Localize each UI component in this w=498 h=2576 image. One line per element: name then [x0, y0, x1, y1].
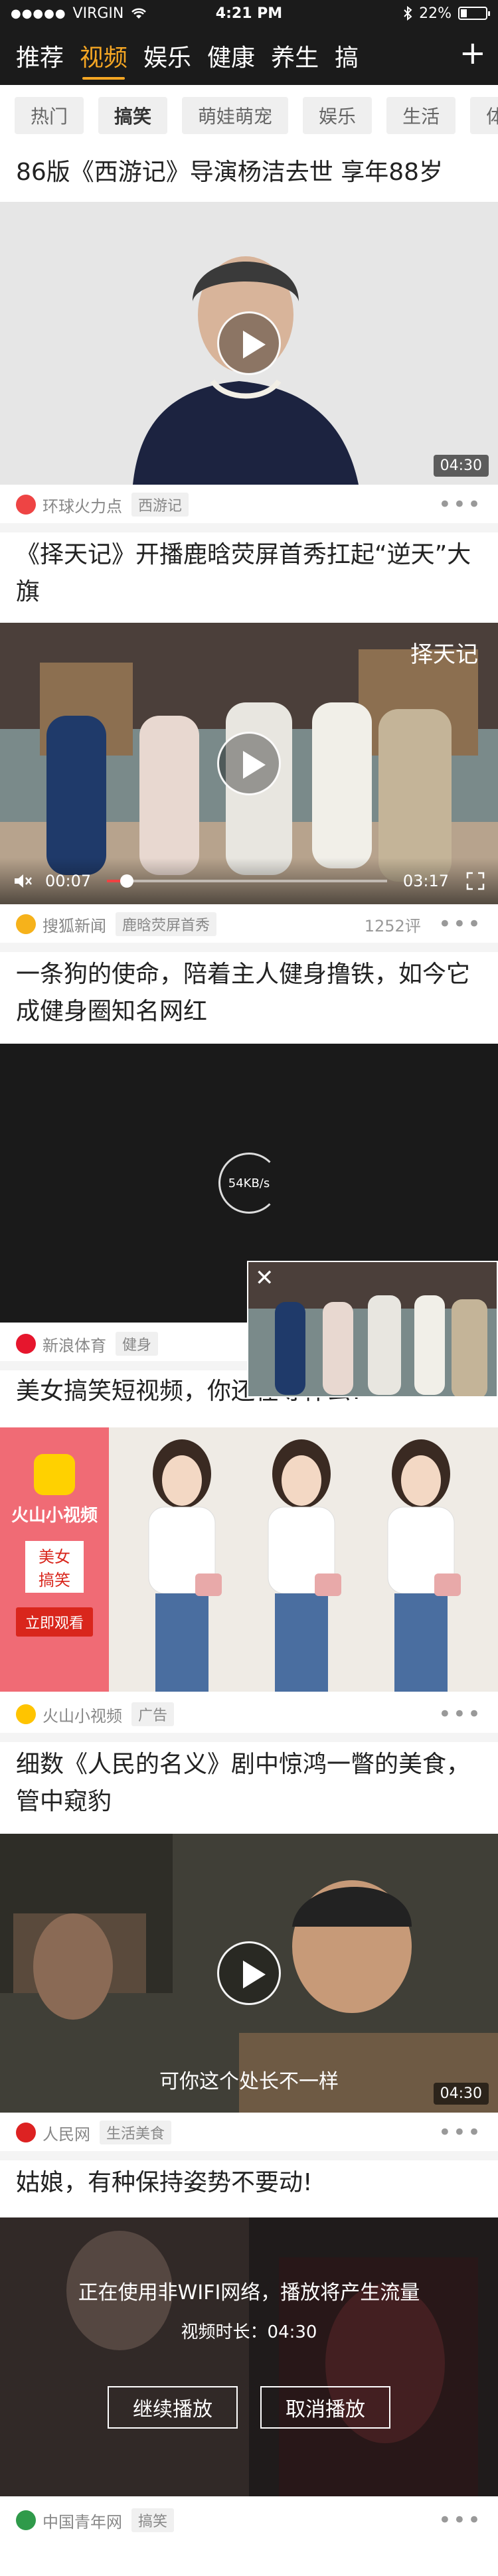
show-watermark: 择天记 — [410, 641, 478, 668]
battery-level — [461, 9, 467, 17]
add-channel-button[interactable]: + — [459, 37, 486, 69]
video-title-1[interactable]: 86版《西游记》导演杨洁去世 享年88岁 — [16, 154, 482, 191]
play-button[interactable] — [217, 732, 281, 795]
channel-tab[interactable]: 娱乐 — [143, 32, 191, 80]
video-title-6[interactable]: 姑娘，有种保持姿势不要动! — [16, 2164, 482, 2202]
signal-icon: ●●●●● — [11, 6, 66, 21]
ad-tag: 广告 — [131, 1702, 175, 1726]
battery-percent: 22% — [419, 5, 452, 22]
more-options-button[interactable]: ••• — [438, 2509, 482, 2532]
mute-icon[interactable] — [13, 872, 33, 890]
video-thumbnail-5[interactable]: 可你这个处长不一样 04:30 — [0, 1834, 498, 2113]
video-player-2[interactable]: 择天记 00:07 03:17 — [0, 623, 498, 904]
source-logo-icon — [16, 1704, 36, 1724]
cancel-play-button[interactable]: 取消播放 — [260, 2386, 390, 2429]
ad-meta: 火山小视频 广告 ••• — [16, 1700, 482, 1729]
video-player-6[interactable]: 正在使用非WIFI网络，播放将产生流量 视频时长：04:30 继续播放 取消播放 — [0, 2217, 498, 2496]
ad-illustration — [109, 1427, 498, 1692]
channel-tab[interactable]: 视频 — [80, 32, 127, 80]
continue-play-button[interactable]: 继续播放 — [108, 2386, 238, 2429]
ad-brand-panel[interactable]: 火山小视频 美女 搞笑 立即观看 — [0, 1427, 109, 1692]
sub-category-chip[interactable]: 体育 — [470, 97, 498, 134]
more-options-button[interactable]: ••• — [438, 493, 482, 516]
status-bar: ●●●●● VIRGIN 4:21 PM 22% — [0, 0, 498, 27]
more-options-button[interactable]: ••• — [438, 2121, 482, 2144]
topic-tag[interactable]: 西游记 — [131, 493, 189, 517]
clock: 4:21 PM — [215, 5, 283, 22]
video-controls: 00:07 03:17 — [0, 858, 498, 904]
loading-spinner-icon: 54KB/s — [218, 1153, 280, 1214]
ad-image[interactable] — [109, 1427, 498, 1692]
mini-player-frame — [248, 1262, 497, 1396]
sub-category-chip[interactable]: 生活 — [386, 97, 456, 134]
divider — [0, 1733, 498, 1742]
ad-brand-name: 火山小视频 — [11, 1506, 98, 1526]
video-length-label: 视频时长：04:30 — [181, 2322, 317, 2342]
close-mini-player-icon[interactable]: ✕ — [255, 1265, 274, 1291]
top-bar: ●●●●● VIRGIN 4:21 PM 22% 推荐 视频 娱乐 健康 养生搞 + — [0, 0, 498, 85]
video-title-2[interactable]: 《择天记》开播鹿晗荧屏首秀扛起“逆天”大旗 — [16, 536, 482, 611]
network-warning: 正在使用非WIFI网络，播放将产生流量 — [78, 2281, 420, 2304]
progress-knob[interactable] — [120, 874, 133, 888]
video-title-3[interactable]: 一条狗的使命，陪着主人健身撸铁，如今它成健身圈知名网红 — [16, 956, 482, 1030]
channel-tab[interactable]: 健康 — [207, 32, 255, 80]
more-options-button[interactable]: ••• — [438, 913, 482, 935]
divider — [0, 2151, 498, 2160]
thumbnail-illustration — [0, 2217, 498, 2496]
source-logo-icon — [16, 495, 36, 515]
video-duration: 04:30 — [433, 455, 489, 477]
floating-mini-player[interactable]: ✕ — [247, 1261, 498, 1398]
video-thumbnail-1[interactable]: 04:30 — [0, 202, 498, 485]
source-name[interactable]: 搜狐新闻 — [42, 913, 106, 936]
video-duration: 04:30 — [433, 2083, 489, 2105]
sub-category-chip[interactable]: 热门 — [15, 97, 84, 134]
more-options-button[interactable]: ••• — [438, 1703, 482, 1726]
channel-tabs: 推荐 视频 娱乐 健康 养生搞 — [0, 29, 445, 82]
comment-count[interactable]: 1252评 — [365, 913, 421, 936]
wifi-icon — [131, 8, 147, 19]
source-logo-icon — [16, 1334, 36, 1354]
topic-tag[interactable]: 搞笑 — [131, 2508, 175, 2532]
current-time: 00:07 — [45, 872, 92, 890]
channel-tab[interactable]: 养生 — [271, 32, 319, 80]
video-subtitle: 可你这个处长不一样 — [159, 2070, 339, 2093]
app-screen: ●●●●● VIRGIN 4:21 PM 22% 推荐 视频 娱乐 健康 养生搞 + 热… — [0, 0, 498, 2576]
source-logo-icon — [16, 2510, 36, 2530]
video-meta-5: 人民网 生活美食 ••• — [16, 2118, 482, 2147]
fullscreen-icon[interactable] — [466, 872, 485, 890]
source-logo-icon — [16, 2123, 36, 2142]
progress-bar[interactable] — [107, 874, 387, 888]
carrier-label: VIRGIN — [72, 5, 124, 22]
source-logo-icon — [16, 914, 36, 934]
sub-category-bar: 热门搞笑萌娃萌宠娱乐生活体育 — [0, 85, 498, 146]
sub-category-chip[interactable]: 萌娃萌宠 — [182, 97, 289, 134]
sub-category-chip[interactable]: 搞笑 — [98, 97, 168, 134]
brand-logo-icon — [34, 1454, 75, 1495]
watch-now-button[interactable]: 立即观看 — [15, 1607, 93, 1637]
divider — [0, 943, 498, 952]
source-name[interactable]: 火山小视频 — [42, 1703, 122, 1726]
bluetooth-icon — [404, 6, 412, 21]
source-name[interactable]: 人民网 — [42, 2121, 90, 2144]
sub-category-chip[interactable]: 娱乐 — [303, 97, 373, 134]
video-meta-6: 中国青年网 搞笑 ••• — [16, 2506, 482, 2535]
loading-speed: 54KB/s — [228, 1176, 270, 1190]
topic-tag[interactable]: 鹿晗荧屏首秀 — [116, 912, 217, 936]
video-meta-2: 搜狐新闻 鹿晗荧屏首秀 1252评 ••• — [16, 910, 482, 939]
channel-tab[interactable]: 推荐 — [16, 32, 64, 80]
video-title-5[interactable]: 细数《人民的名义》剧中惊鸿一瞥的美食，管中窥豹 — [16, 1746, 482, 1820]
source-name[interactable]: 新浪体育 — [42, 1332, 106, 1356]
total-time: 03:17 — [402, 872, 449, 890]
topic-tag[interactable]: 生活美食 — [100, 2121, 172, 2144]
source-name[interactable]: 中国青年网 — [42, 2509, 122, 2532]
topic-tag[interactable]: 健身 — [116, 1332, 159, 1356]
divider — [0, 523, 498, 532]
video-meta-1: 环球火力点 西游记 ••• — [16, 490, 482, 519]
play-button[interactable] — [217, 311, 281, 375]
source-name[interactable]: 环球火力点 — [42, 493, 122, 517]
battery-icon — [458, 7, 490, 20]
play-button[interactable] — [217, 1941, 281, 2005]
channel-tab[interactable]: 搞 — [335, 32, 359, 80]
ad-category-button[interactable]: 美女 搞笑 — [25, 1541, 84, 1593]
